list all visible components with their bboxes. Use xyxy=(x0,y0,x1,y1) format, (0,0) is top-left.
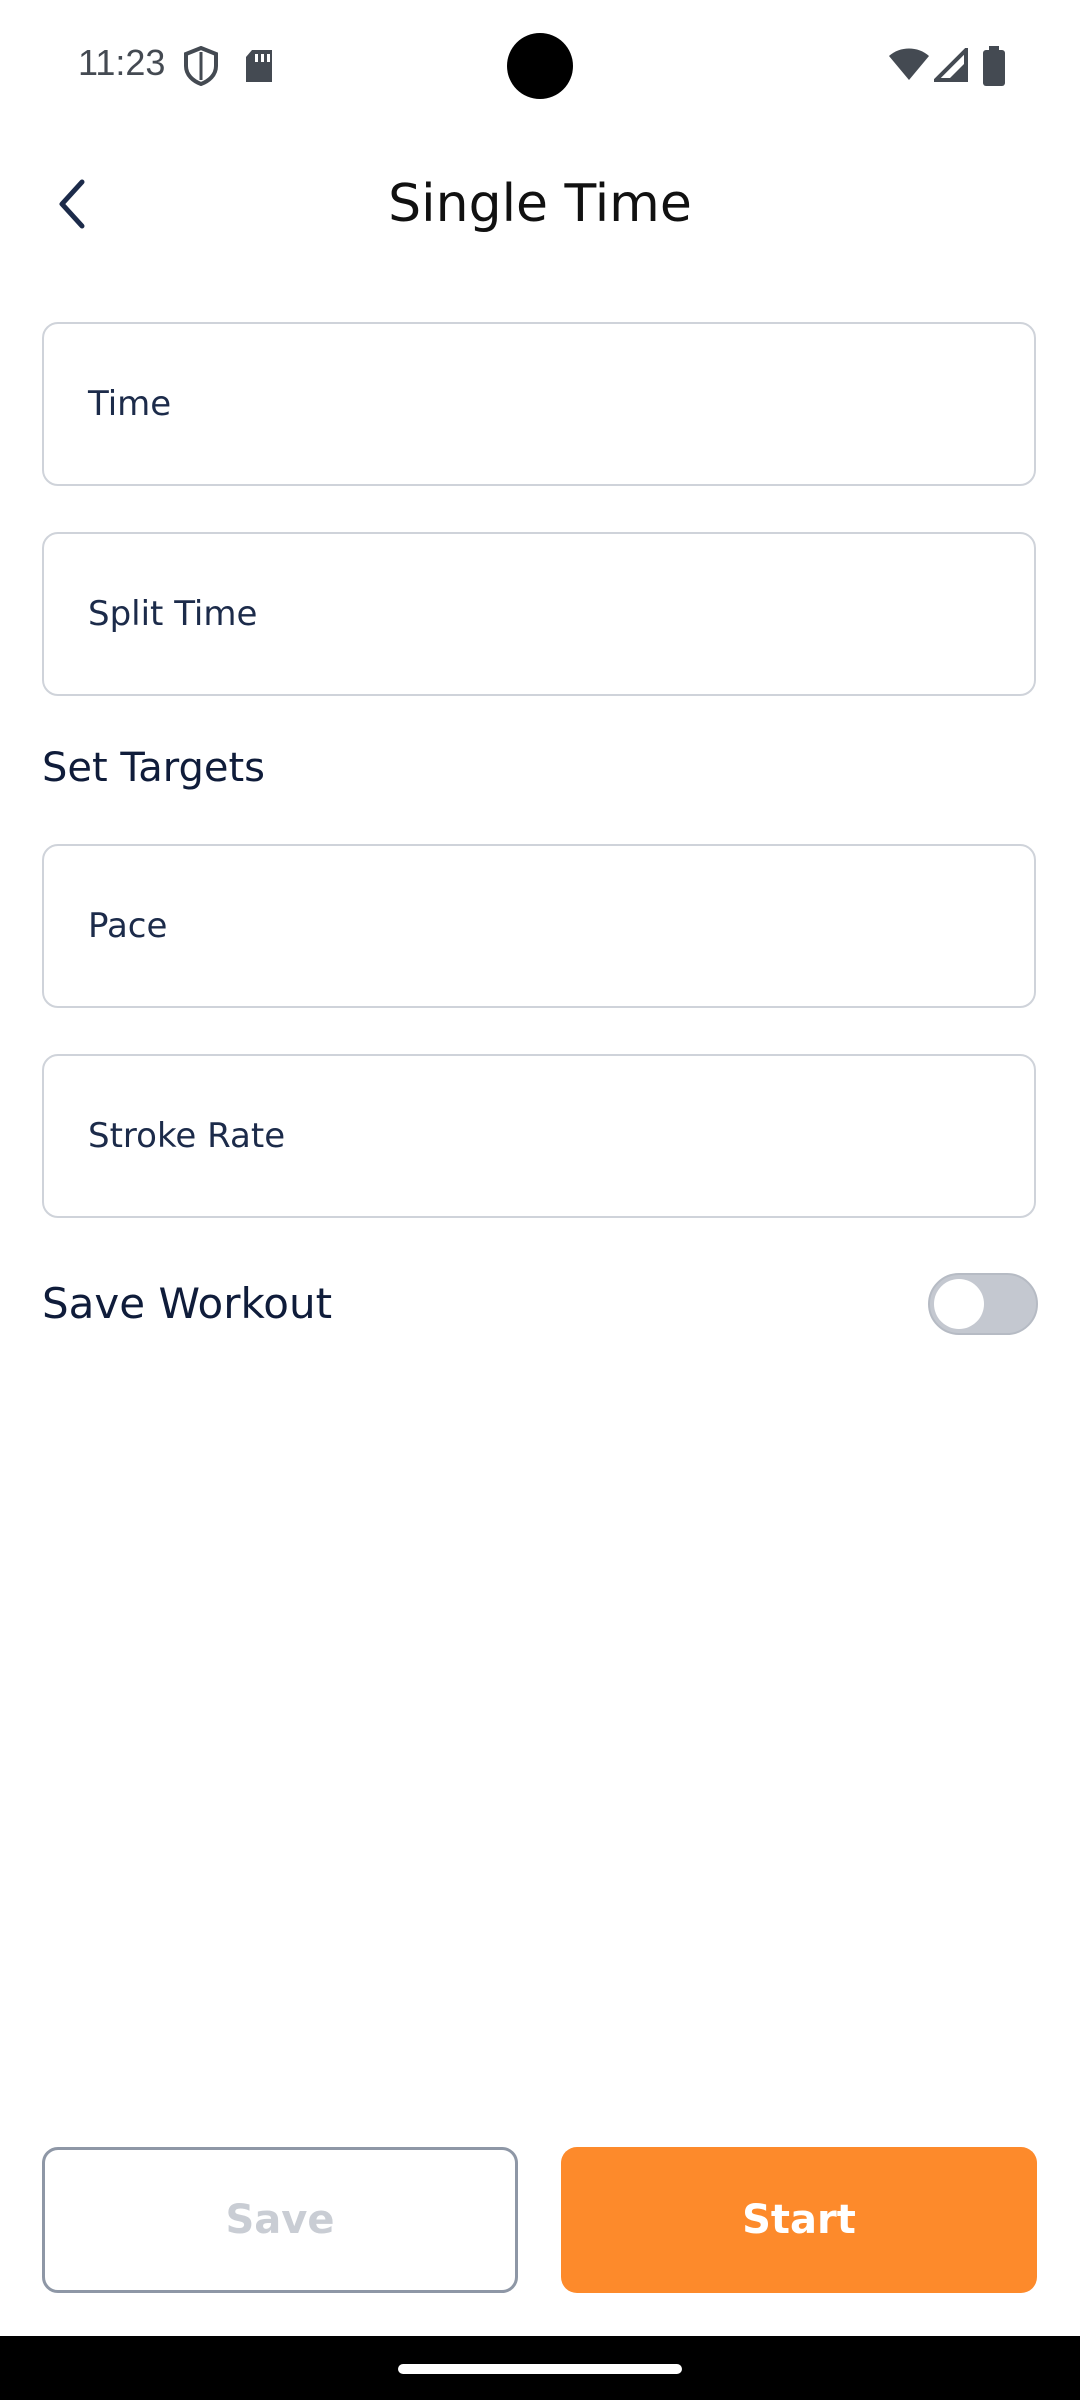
save-workout-toggle[interactable] xyxy=(928,1273,1038,1335)
status-bar: 11:23 xyxy=(0,0,1080,130)
single-time-screen: 11:23 Single Time Time Split Time Set Ta… xyxy=(0,0,1080,2400)
time-field-placeholder: Time xyxy=(88,384,172,424)
system-navigation-bar xyxy=(0,2336,1080,2400)
chevron-left-icon xyxy=(59,179,85,229)
camera-cutout xyxy=(507,33,573,99)
battery-icon xyxy=(982,46,1006,90)
back-button[interactable] xyxy=(44,168,100,240)
pace-field-placeholder: Pace xyxy=(88,906,168,946)
save-workout-label: Save Workout xyxy=(42,1279,333,1328)
shield-icon xyxy=(182,45,220,90)
pace-field[interactable]: Pace xyxy=(42,844,1036,1008)
set-targets-heading: Set Targets xyxy=(42,745,265,791)
time-field[interactable]: Time xyxy=(42,322,1036,486)
split-time-field[interactable]: Split Time xyxy=(42,532,1036,696)
save-button[interactable]: Save xyxy=(42,2147,518,2293)
status-time: 11:23 xyxy=(78,42,166,83)
home-gesture-handle[interactable] xyxy=(398,2364,682,2374)
start-button[interactable]: Start xyxy=(561,2147,1037,2293)
toggle-knob xyxy=(934,1279,984,1329)
stroke-rate-field-placeholder: Stroke Rate xyxy=(88,1116,286,1156)
page-title: Single Time xyxy=(388,174,692,234)
wifi-icon xyxy=(888,48,930,86)
sd-card-icon xyxy=(244,48,274,88)
stroke-rate-field[interactable]: Stroke Rate xyxy=(42,1054,1036,1218)
split-time-field-placeholder: Split Time xyxy=(88,594,258,634)
signal-icon xyxy=(931,45,968,86)
